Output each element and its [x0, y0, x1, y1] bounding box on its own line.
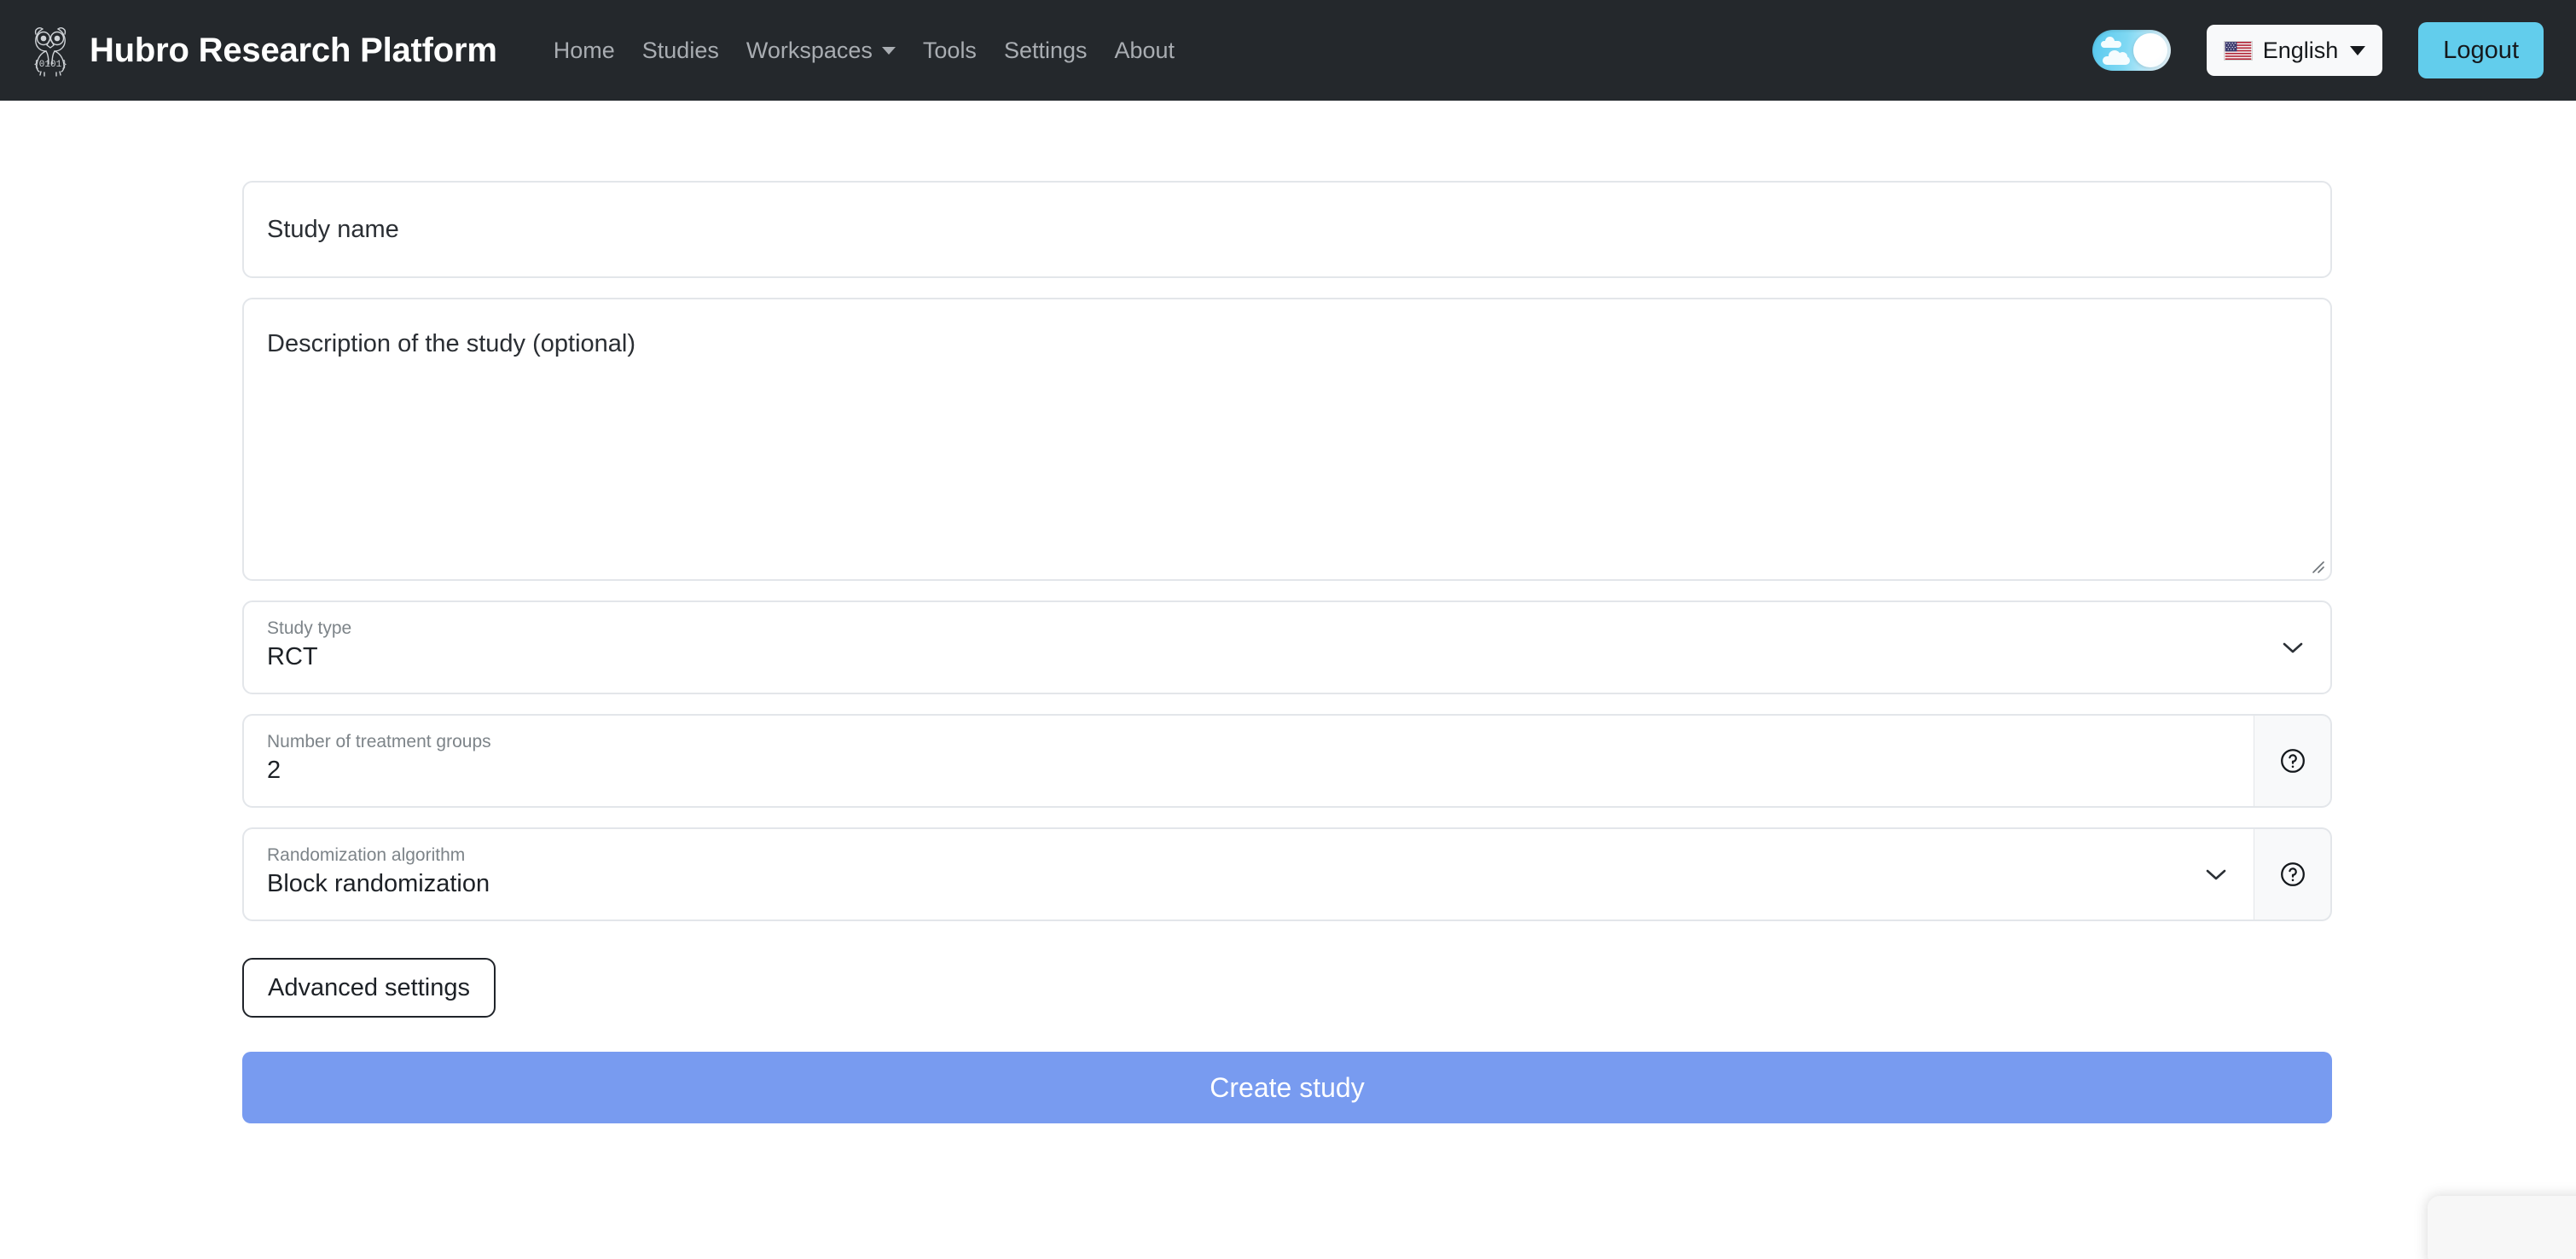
question-circle-icon: [2279, 747, 2306, 775]
primary-nav: Home Studies Workspaces Tools Settings A…: [540, 29, 1188, 73]
nav-link-tools[interactable]: Tools: [909, 29, 990, 73]
resize-handle[interactable]: [2306, 554, 2326, 575]
nav-link-workspaces[interactable]: Workspaces: [733, 29, 909, 73]
caret-down-icon: [2350, 45, 2366, 55]
language-selector[interactable]: English: [2206, 25, 2383, 76]
cloud-icon: [2100, 37, 2121, 48]
randomization-label: Randomization algorithm: [267, 845, 466, 865]
nav-link-label: Home: [553, 37, 615, 63]
description-textarea[interactable]: Description of the study (optional): [244, 299, 2330, 579]
create-study-form: Study name Description of the study (opt…: [242, 101, 2332, 1124]
svg-text:{0101}: {0101}: [33, 60, 67, 70]
question-circle-icon: [2279, 861, 2306, 888]
randomization-row: Randomization algorithm Block randomizat…: [242, 827, 2332, 921]
randomization-help-button[interactable]: [2254, 827, 2332, 921]
support-widget[interactable]: [2428, 1196, 2576, 1259]
nav-link-label: Settings: [1003, 37, 1088, 63]
chevron-down-icon: [2281, 641, 2305, 654]
advanced-settings-button[interactable]: Advanced settings: [242, 958, 496, 1018]
theme-mode-toggle[interactable]: [2092, 30, 2171, 71]
study-name-input[interactable]: Study name: [244, 183, 2330, 276]
chevron-down-icon: [881, 46, 896, 55]
chevron-down-icon: [2204, 867, 2228, 881]
description-placeholder: Description of the study (optional): [267, 330, 635, 357]
navbar-right-group: English Logout: [2092, 22, 2544, 78]
description-field[interactable]: Description of the study (optional): [242, 298, 2332, 581]
treatment-groups-row: Number of treatment groups 2: [242, 714, 2332, 808]
randomization-select[interactable]: Randomization algorithm Block randomizat…: [242, 827, 2254, 921]
logout-button[interactable]: Logout: [2418, 22, 2544, 78]
brand[interactable]: {0101} Hubro Research Platform: [29, 24, 497, 77]
nav-link-label: About: [1114, 37, 1175, 63]
treatment-groups-label: Number of treatment groups: [267, 732, 491, 751]
study-type-label: Study type: [267, 618, 352, 638]
us-flag-icon: [2223, 40, 2253, 61]
cloud-icon: [2102, 50, 2130, 65]
owl-logo-icon: {0101}: [29, 24, 72, 77]
nav-link-label: Tools: [922, 37, 977, 63]
treatment-groups-value: 2: [267, 757, 281, 785]
treatment-groups-help-button[interactable]: [2254, 714, 2332, 808]
sun-knob-icon: [2132, 33, 2167, 67]
language-label: English: [2262, 37, 2339, 63]
study-type-value: RCT: [267, 643, 318, 671]
treatment-groups-input[interactable]: Number of treatment groups 2: [242, 714, 2254, 808]
study-name-field[interactable]: Study name: [242, 181, 2332, 278]
nav-link-label: Studies: [641, 37, 719, 63]
nav-link-label: Workspaces: [746, 37, 873, 63]
nav-link-about[interactable]: About: [1101, 29, 1189, 73]
study-type-row: Study type RCT: [242, 600, 2332, 694]
top-navbar: {0101} Hubro Research Platform Home Stud…: [0, 0, 2576, 101]
page-body: Study name Description of the study (opt…: [0, 101, 2576, 1124]
randomization-value: Block randomization: [267, 870, 490, 898]
nav-link-settings[interactable]: Settings: [990, 29, 1101, 73]
nav-link-studies[interactable]: Studies: [629, 29, 733, 73]
nav-link-home[interactable]: Home: [540, 29, 629, 73]
study-name-placeholder: Study name: [267, 215, 399, 243]
study-type-select[interactable]: Study type RCT: [242, 600, 2332, 694]
create-study-button[interactable]: Create study: [242, 1052, 2332, 1124]
page-title: Hubro Research Platform: [90, 31, 497, 69]
